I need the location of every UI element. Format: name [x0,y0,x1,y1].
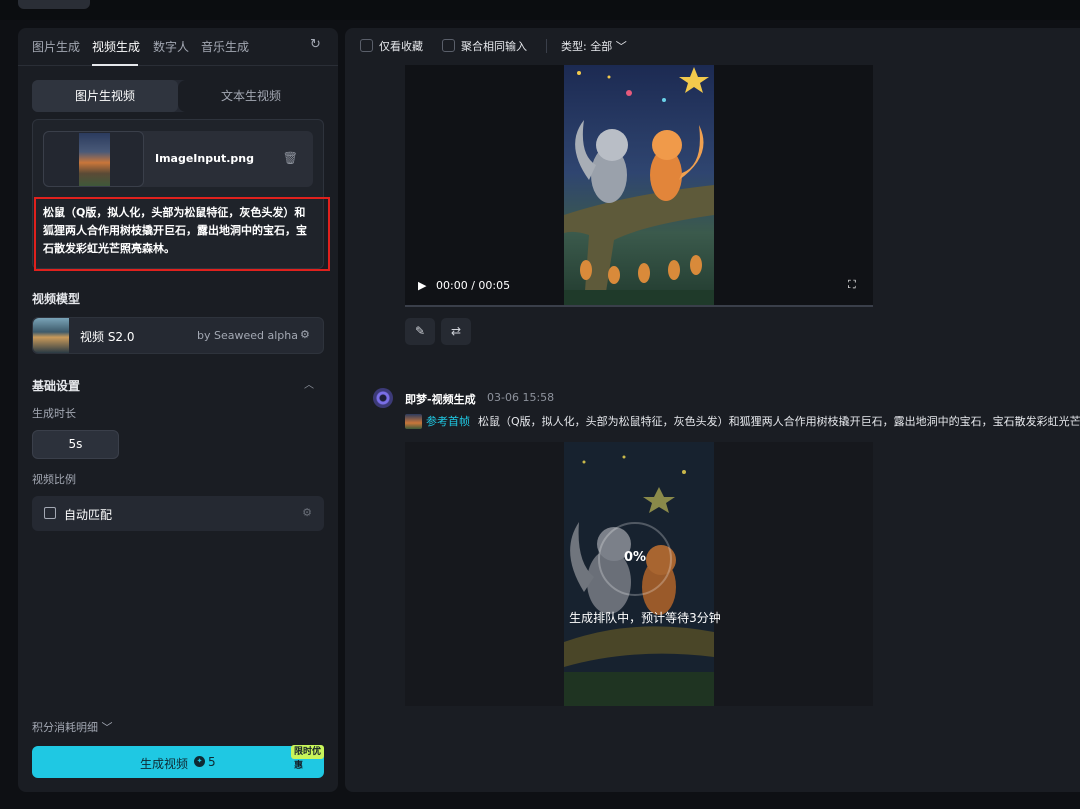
reference-row: 参考首帧 松鼠（Q版，拟人化，头部为松鼠特征，灰色头发）和狐狸两人合作用树枝撬开… [405,413,1080,429]
chevron-down-icon: ﹀ [615,40,627,53]
video-player[interactable] [405,65,873,305]
generate-cost: 5 [208,755,216,769]
reference-tag: 参考首帧 [426,415,470,428]
tab-video-gen[interactable]: 视频生成 [92,38,140,55]
video-timecode: 00:00 / 00:05 [436,279,511,292]
video-total-time: 00:05 [478,279,511,292]
trash-icon[interactable]: 🗑 [283,151,298,165]
mode-switch: 图片生视频 文本生视频 [32,80,324,112]
edit-icon[interactable]: ✎ [405,318,435,345]
play-icon[interactable]: ▶ [418,279,426,292]
promo-badge: 限时优惠 [291,745,324,771]
fullscreen-icon[interactable]: ⛶ [848,278,856,292]
video-progress-bar[interactable] [405,305,873,307]
merge-checkbox[interactable] [442,39,455,52]
tab-music-gen[interactable]: 音乐生成 [201,38,249,55]
queue-status: 生成排队中，预计等待3分钟 [569,611,721,625]
reference-thumbnail[interactable] [405,414,422,429]
adjust-icon[interactable]: ⚙ [300,328,310,341]
thumbnail-image [79,133,110,186]
top-bar [0,0,1080,20]
type-filter[interactable]: 类型: 全部 ﹀ [561,38,627,54]
uploaded-image-thumbnail[interactable] [43,131,144,187]
points-detail-toggle[interactable]: 积分消耗明细 ﹀ [32,719,113,735]
message-time: 03-06 15:58 [487,391,555,404]
refresh-icon[interactable]: ↻ [310,38,324,52]
adjust-icon: ⚙ [302,506,312,519]
mode-image-to-video[interactable]: 图片生视频 [32,80,178,112]
chevron-down-icon: ﹀ [101,721,113,734]
model-provider: by Seaweed alpha [197,329,298,342]
favorites-checkbox[interactable] [360,39,373,52]
model-selector[interactable]: 视频 S2.0 by Seaweed alpha ⚙ [32,317,324,354]
video-current-time: 00:00 [436,279,468,292]
duration-option-5s[interactable]: 5s [32,430,119,459]
ratio-label: 视频比例 [32,473,76,486]
top-tab-stub[interactable] [18,0,90,9]
chevron-up-icon[interactable]: ︿ [304,376,314,391]
reference-prompt: 松鼠（Q版，拟人化，头部为松鼠特征，灰色头发）和狐狸两人合作用树枝撬开巨石，露出… [478,415,1080,428]
tab-digital-human[interactable]: 数字人 [153,38,189,55]
favorites-filter-label[interactable]: 仅看收藏 [379,38,423,54]
type-filter-label: 类型: 全部 [561,40,613,53]
ratio-icon [44,507,56,519]
model-name: 视频 S2.0 [80,330,135,344]
bot-avatar [373,388,393,408]
points-detail-label: 积分消耗明细 [32,721,98,734]
ratio-selector[interactable]: 自动匹配 ⚙ [32,496,324,531]
duration-label: 生成时长 [32,407,76,420]
mode-text-to-video[interactable]: 文本生视频 [178,80,324,112]
file-name: ImageInput.png [155,152,254,165]
message-title: 即梦-视频生成 [405,393,476,406]
progress-percent: 0% [623,550,647,565]
results-panel: 仅看收藏 聚合相同输入 类型: 全部 ﹀ ▶ 00:00 / 00:05 ⛶ ✎… [345,28,1080,792]
regenerate-icon[interactable]: ⇄ [441,318,471,345]
filter-divider [546,39,547,53]
filter-bar: 仅看收藏 聚合相同输入 类型: 全部 ﹀ [345,28,1080,65]
model-thumbnail [33,318,69,353]
model-section-title: 视频模型 [32,292,81,306]
tab-image-gen[interactable]: 图片生成 [32,38,80,55]
generation-panel: 图片生成 视频生成 数字人 音乐生成 ↻ 图片生视频 文本生视频 ImageIn… [18,28,338,792]
merge-filter-label[interactable]: 聚合相同输入 [461,38,527,54]
coin-icon: ✦ [194,756,205,767]
generate-video-button[interactable]: 生成视频 ✦ 5 限时优惠 [32,745,324,778]
ratio-value: 自动匹配 [64,508,113,522]
video-frame-image [564,65,714,305]
active-tab-indicator [92,64,138,66]
generation-tabs: 图片生成 视频生成 数字人 音乐生成 ↻ [18,28,338,66]
basic-settings-title: 基础设置 [32,379,81,393]
highlight-box [34,197,330,271]
uploaded-file-card[interactable]: ImageInput.png 🗑 [43,131,313,187]
generate-label: 生成视频 [140,757,189,771]
